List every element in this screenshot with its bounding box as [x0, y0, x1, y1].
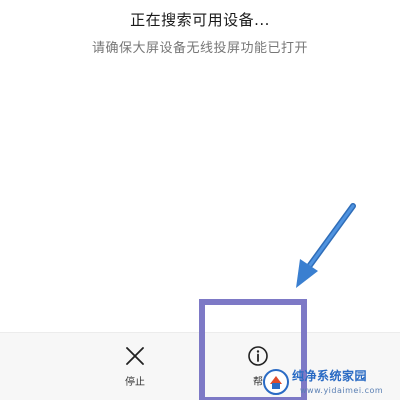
search-status-hint: 请确保大屏设备无线投屏功能已打开: [91, 41, 308, 56]
cast-search-screen: 正在搜索可用设备... 请确保大屏设备无线投屏功能已打开 停止 帮 纯净系统家园…: [0, 0, 400, 400]
stop-button-label: 停止: [125, 377, 145, 388]
search-status-title: 正在搜索可用设备...: [130, 11, 270, 29]
watermark-brand: 纯净系统家园: [292, 369, 368, 383]
watermark: 纯净系统家园 www.yidaimei.com: [260, 364, 400, 400]
close-icon: [126, 347, 144, 365]
watermark-url: www.yidaimei.com: [300, 386, 384, 395]
stop-button[interactable]: 停止: [105, 345, 165, 388]
watermark-logo-icon: [263, 369, 289, 395]
